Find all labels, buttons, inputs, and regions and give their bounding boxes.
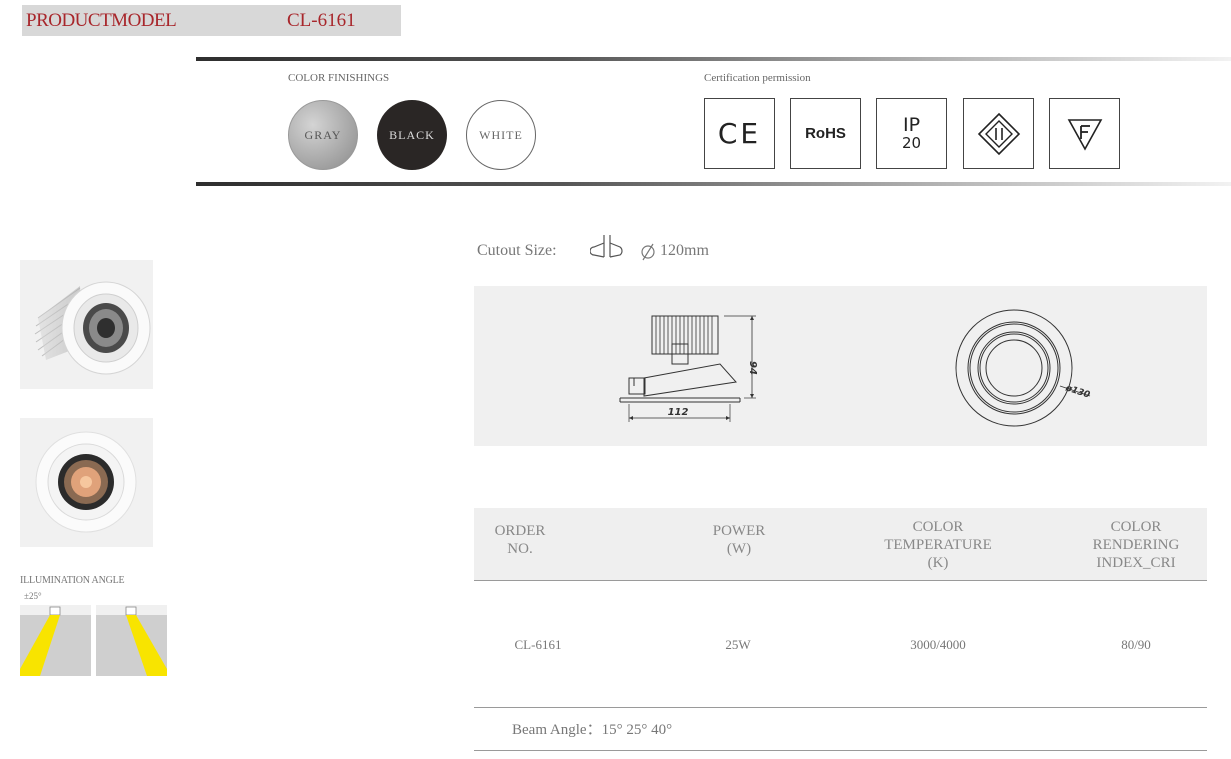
beam-right-image: [96, 605, 167, 676]
cell-cri: 80/90: [1121, 637, 1151, 652]
cell-order-no: CL-6161: [514, 637, 562, 652]
diameter-icon: [640, 243, 656, 266]
downlight-front-image: [35, 431, 137, 533]
finish-white-label: WHITE: [479, 127, 523, 142]
width-dimension: 112: [668, 407, 689, 418]
class-ii-diamond-icon: [977, 112, 1020, 155]
product-model-label: PRODUCTMODEL: [26, 10, 177, 31]
rohs-cert-badge: RoHS: [790, 98, 861, 169]
header-cri: COLOR RENDERING INDEX_CRI: [1070, 518, 1202, 572]
class-ii-diamond-badge: [963, 98, 1034, 169]
finish-white-swatch: WHITE: [466, 100, 536, 170]
header-order-line1: ORDER: [494, 523, 546, 539]
header-power: POWER (W): [690, 522, 788, 558]
finish-black-swatch: BLACK: [377, 100, 447, 170]
ip-rating: 20: [901, 134, 922, 152]
illumination-angle-title: ILLUMINATION ANGLE: [20, 575, 125, 586]
rohs-mark: RoHS: [805, 125, 846, 142]
table-bottom-divider: [474, 750, 1207, 751]
header-cri-line3: INDEX_CRI: [1096, 555, 1176, 571]
beam-left-image: [20, 605, 91, 676]
technical-drawing-panel: 94 112 ø130: [474, 286, 1207, 446]
diameter-symbol-icon: [641, 243, 655, 261]
cutout-size-value: 120mm: [660, 242, 709, 259]
color-finishings-title: COLOR FINISHINGS: [288, 72, 390, 84]
illumination-angle-value: ±25°: [24, 591, 42, 601]
f-triangle-icon: [1067, 118, 1102, 151]
cell-power: 25W: [725, 637, 751, 652]
header-cct-line1: COLOR: [912, 519, 964, 535]
product-photo-front: [20, 418, 153, 547]
bottom-divider: [196, 182, 1231, 186]
certification-title: Certification permission: [704, 72, 811, 84]
ip20-cert-badge: IP 20: [876, 98, 947, 169]
ce-cert-badge: CE: [704, 98, 775, 169]
header-order-no: ORDER NO.: [474, 522, 566, 558]
header-power-line1: POWER: [712, 523, 766, 539]
header-cri-line1: COLOR: [1110, 519, 1162, 535]
beam-diagram-right: [96, 605, 167, 681]
diameter-dimension: ø130: [1063, 383, 1091, 401]
finish-gray-swatch: GRAY: [288, 100, 358, 170]
beam-diagram-left: [20, 605, 91, 681]
downlight-side-image: [34, 281, 151, 375]
height-dimension: 94: [747, 361, 758, 375]
cutout-hole-icon: [589, 233, 626, 266]
product-photo-angled: [20, 260, 153, 389]
cutout-icon: [589, 235, 623, 258]
ce-mark: CE: [717, 117, 762, 150]
header-order-line2: NO.: [507, 541, 533, 557]
cell-color-temperature: 3000/4000: [910, 637, 966, 652]
beam-angle-text: Beam Angle：15° 25° 40°: [512, 722, 673, 738]
product-model-code: CL-6161: [287, 10, 356, 31]
dimension-drawing: 94 112 ø130: [619, 309, 1091, 427]
ip-label: IP: [902, 114, 921, 136]
table-row-divider: [474, 707, 1207, 708]
header-cct-line2: TEMPERATURE: [884, 537, 992, 553]
top-divider: [196, 57, 1231, 61]
header-color-temperature: COLOR TEMPERATURE (K): [868, 518, 1008, 572]
header-cri-line2: RENDERING: [1092, 537, 1180, 553]
f-mark-badge: [1049, 98, 1120, 169]
finish-gray-label: GRAY: [304, 127, 342, 142]
finish-black-label: BLACK: [389, 127, 435, 142]
cutout-size-label: Cutout Size:: [477, 242, 557, 259]
table-header-divider: [474, 580, 1207, 581]
header-power-line2: (W): [726, 541, 752, 557]
header-cct-line3: (K): [927, 555, 949, 571]
